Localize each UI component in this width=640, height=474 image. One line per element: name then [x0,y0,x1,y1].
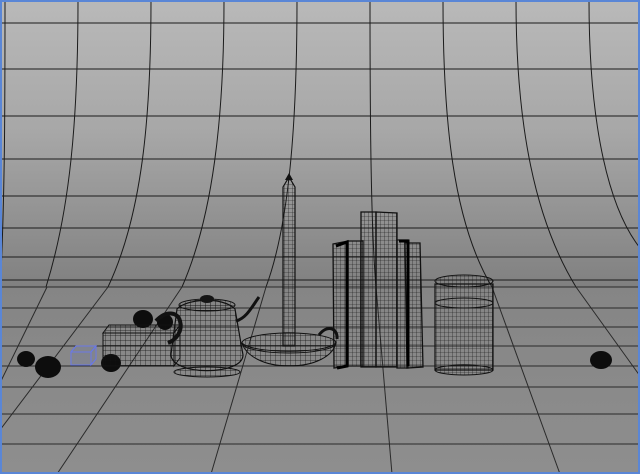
selected-cube[interactable] [69,344,98,367]
scene-render[interactable] [0,0,640,474]
book-block[interactable] [102,323,181,368]
floor-plane [0,286,640,474]
3d-scene-viewport[interactable] [0,0,640,474]
cylinder-container[interactable] [434,274,494,376]
